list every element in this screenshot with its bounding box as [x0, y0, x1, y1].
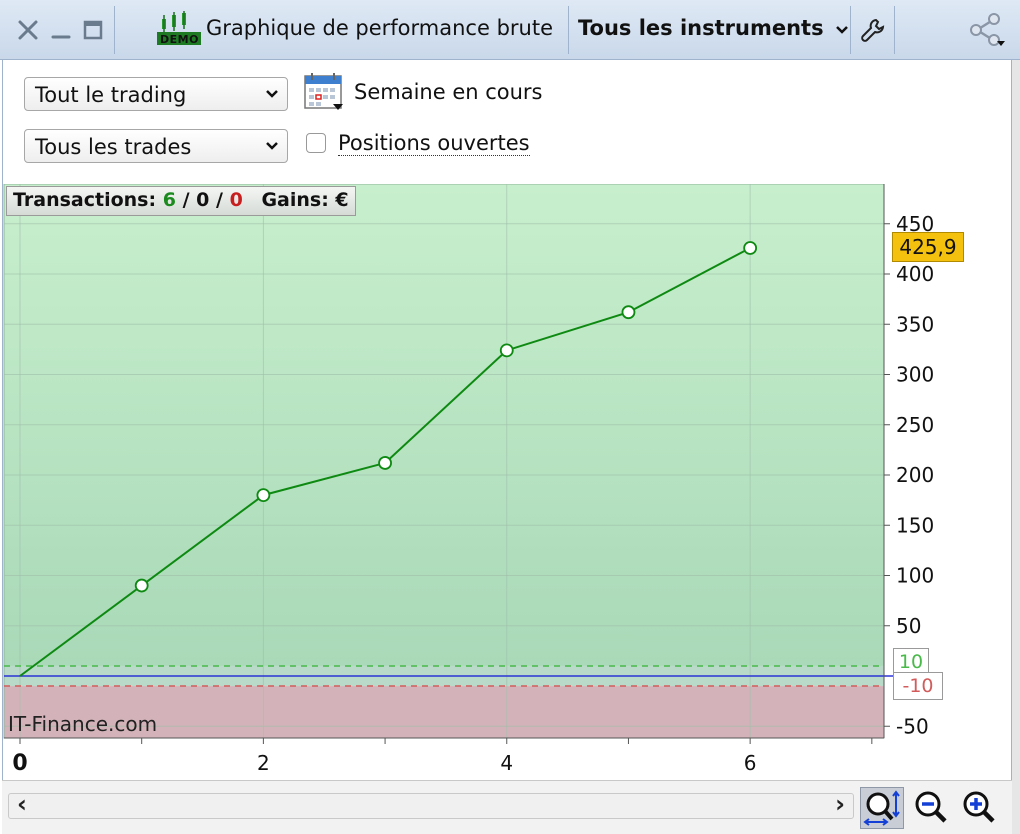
y-tick-label: 250: [896, 413, 934, 437]
y-tick-label: 150: [896, 513, 934, 537]
y-tick-label: 200: [896, 463, 934, 487]
transactions-label: Transactions:: [13, 189, 157, 211]
zoom-out-icon[interactable]: [910, 787, 954, 829]
wrench-icon[interactable]: [858, 14, 888, 46]
y-tick-label: 300: [896, 363, 934, 387]
calendar-icon[interactable]: [303, 72, 345, 112]
wins-count: 6: [162, 189, 176, 211]
maximize-icon[interactable]: [80, 14, 106, 46]
data-point: [256, 488, 271, 503]
stats-separator: /: [216, 189, 223, 211]
title-separator: [114, 6, 115, 54]
x-tick-label: 6: [744, 751, 757, 775]
title-bar: DEMO Graphique de performance brute Tous…: [0, 0, 1020, 60]
scroll-left-button[interactable]: ‹: [17, 790, 27, 818]
period-label: Semaine en cours: [354, 80, 543, 104]
x-tick-label: 0: [12, 751, 27, 776]
x-tick-label: 4: [500, 751, 513, 775]
instrument-selector[interactable]: Tous les instruments: [578, 16, 849, 40]
y-tick-label: -50: [896, 714, 929, 738]
y-tick-label: 400: [896, 262, 934, 286]
open-positions-text: Positions ouvertes: [338, 131, 530, 156]
title-separator: [568, 6, 569, 54]
chevron-down-icon: [266, 90, 278, 98]
minimize-icon[interactable]: [48, 14, 74, 46]
data-point: [134, 578, 149, 593]
window-title: Graphique de performance brute: [206, 16, 554, 40]
scroll-right-button[interactable]: ›: [835, 790, 845, 818]
trading-select[interactable]: Tout le trading: [24, 77, 288, 111]
chevron-down-icon: [266, 142, 278, 150]
close-icon[interactable]: [14, 14, 42, 46]
share-icon[interactable]: [966, 13, 1008, 46]
title-separator: [894, 6, 895, 54]
trading-select-value: Tout le trading: [35, 83, 187, 107]
gains-label: Gains: €: [261, 189, 349, 211]
horizontal-scrollbar[interactable]: ‹ ›: [8, 790, 854, 819]
watermark: IT-Finance.com: [8, 712, 158, 736]
trades-select[interactable]: Tous les trades: [24, 129, 288, 163]
demo-badge: DEMO: [160, 33, 199, 46]
stats-separator: /: [182, 189, 190, 211]
chevron-down-icon: [836, 26, 848, 34]
x-tick-label: 2: [257, 751, 270, 775]
bottom-toolbar: ‹ ›: [2, 780, 1012, 834]
zoom-in-icon[interactable]: [958, 787, 1002, 829]
y-tick-label: 50: [896, 614, 921, 638]
zoom-fit-icon[interactable]: [860, 787, 904, 829]
title-separator: [850, 6, 851, 54]
data-point: [621, 305, 636, 320]
data-point: [499, 343, 514, 358]
last-value-marker: 425,9: [892, 232, 964, 262]
y-tick-label: 350: [896, 312, 934, 336]
upper-level-marker: 10: [893, 648, 929, 674]
chart-demo-icon: DEMO: [156, 11, 202, 46]
instrument-selector-label: Tous les instruments: [578, 16, 824, 40]
data-point: [743, 241, 758, 255]
open-positions-checkbox[interactable]: [306, 133, 326, 153]
neutral-count: 0: [196, 189, 210, 211]
trades-select-value: Tous les trades: [35, 135, 192, 159]
data-point: [378, 456, 392, 470]
losses-count: 0: [229, 189, 243, 211]
performance-chart: 45040035030025020015010050-500 2 4 6: [3, 184, 934, 776]
transactions-summary: Transactions: 6 / 0 / 0 Gains: €: [6, 186, 356, 216]
lower-level-marker: -10: [893, 672, 943, 700]
open-positions-label[interactable]: Positions ouvertes: [338, 131, 530, 156]
y-tick-label: 100: [896, 564, 934, 588]
